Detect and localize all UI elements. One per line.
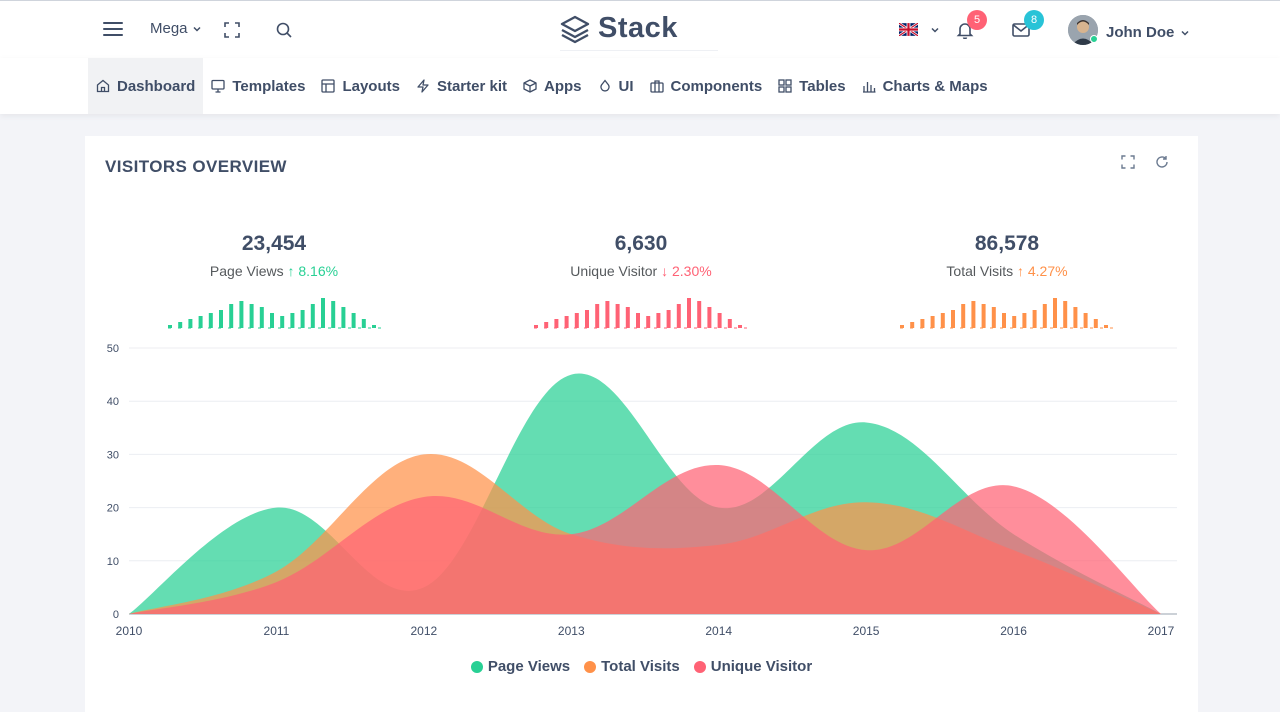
user-menu-button[interactable]: John Doe: [1106, 24, 1190, 41]
legend-dot: [584, 660, 597, 673]
top-header: Mega Stack 5 8 John Doe: [0, 0, 1280, 58]
nav-item-tables[interactable]: Tables: [770, 58, 853, 114]
nav-item-label: Apps: [544, 77, 582, 95]
visitors-area-chart: 0 10 20 30 40 50 2010 2011 2012 2013 2014 2015 2016 2…: [107, 343, 1177, 638]
home-icon: [96, 79, 110, 93]
package-icon: [523, 79, 537, 93]
nav-item-label: Tables: [799, 77, 846, 95]
bar-chart-icon: [862, 82, 876, 93]
nav-item-label: Components: [670, 77, 763, 95]
nav-item-label: Charts & Maps: [882, 77, 988, 95]
nav-item-components[interactable]: Components: [642, 58, 771, 114]
nav-menu: Dashboard Templates Layouts Starter kit …: [88, 58, 996, 114]
chart-legend: Page Views Total Visits Unique Visitor: [85, 658, 1198, 675]
chevron-down-icon[interactable]: [930, 25, 940, 35]
nav-item-charts-maps[interactable]: Charts & Maps: [854, 58, 996, 114]
y-tick-label: 10: [107, 556, 119, 568]
search-icon[interactable]: [276, 22, 292, 38]
nav-item-layouts[interactable]: Layouts: [313, 58, 408, 114]
menu-icon[interactable]: [103, 21, 123, 37]
monitor-icon: [211, 79, 226, 93]
visitors-overview-card: VISITORS OVERVIEW 23,454 Page Views ↑ 8.…: [85, 136, 1198, 712]
mega-menu-button[interactable]: Mega: [150, 20, 202, 37]
online-status-dot: [1090, 35, 1098, 43]
layout-icon: [321, 79, 336, 93]
nav-item-label: Dashboard: [117, 77, 196, 95]
droplet-icon: [599, 79, 610, 92]
x-tick-label: 2016: [1000, 624, 1027, 638]
zap-icon: [417, 79, 429, 93]
nav-item-label: Starter kit: [436, 77, 507, 95]
nav-item-ui[interactable]: UI: [590, 58, 642, 114]
y-tick-label: 30: [107, 449, 119, 461]
legend-dot: [693, 660, 706, 673]
x-tick-label: 2017: [1148, 624, 1175, 638]
mega-menu-label: Mega: [150, 20, 188, 37]
uk-flag-icon[interactable]: [899, 23, 918, 36]
x-tick-label: 2010: [116, 624, 143, 638]
legend-dot: [470, 660, 483, 673]
nav-item-label: Templates: [232, 77, 306, 95]
x-tick-label: 2012: [411, 624, 438, 638]
nav-item-apps[interactable]: Apps: [515, 58, 590, 114]
brand-logo[interactable]: Stack: [560, 7, 718, 51]
legend-label: Page Views: [487, 658, 571, 675]
messages-badge: 8: [1024, 10, 1044, 30]
x-tick-label: 2015: [853, 624, 880, 638]
nav-item-starter-kit[interactable]: Starter kit: [408, 58, 515, 114]
notifications-badge: 5: [967, 10, 987, 30]
main-navbar: Dashboard Templates Layouts Starter kit …: [0, 58, 1280, 114]
y-tick-label: 20: [107, 503, 119, 515]
nav-item-dashboard[interactable]: Dashboard: [88, 58, 204, 114]
y-tick-label: 50: [107, 343, 119, 355]
x-tick-label: 2013: [558, 624, 585, 638]
nav-item-label: Layouts: [342, 77, 400, 95]
legend-label: Total Visits: [601, 658, 680, 675]
chevron-down-icon: [1181, 30, 1189, 36]
legend-item[interactable]: Total Visits: [584, 658, 680, 675]
layers-icon: [560, 15, 590, 43]
nav-item-label: UI: [618, 77, 634, 95]
y-tick-label: 40: [107, 396, 119, 408]
nav-item-templates[interactable]: Templates: [203, 58, 313, 114]
chevron-down-icon: [193, 26, 201, 32]
x-tick-label: 2014: [705, 624, 732, 638]
user-name: John Doe: [1106, 24, 1175, 41]
briefcase-icon: [649, 80, 664, 93]
legend-item[interactable]: Unique Visitor: [693, 658, 813, 675]
legend-label: Unique Visitor: [710, 658, 813, 675]
grid-icon: [778, 79, 792, 93]
y-tick-label: 0: [113, 609, 119, 621]
brand-name: Stack: [598, 12, 678, 44]
fullscreen-icon[interactable]: [224, 22, 240, 38]
x-tick-label: 2011: [264, 624, 290, 638]
legend-item[interactable]: Page Views: [470, 658, 571, 675]
